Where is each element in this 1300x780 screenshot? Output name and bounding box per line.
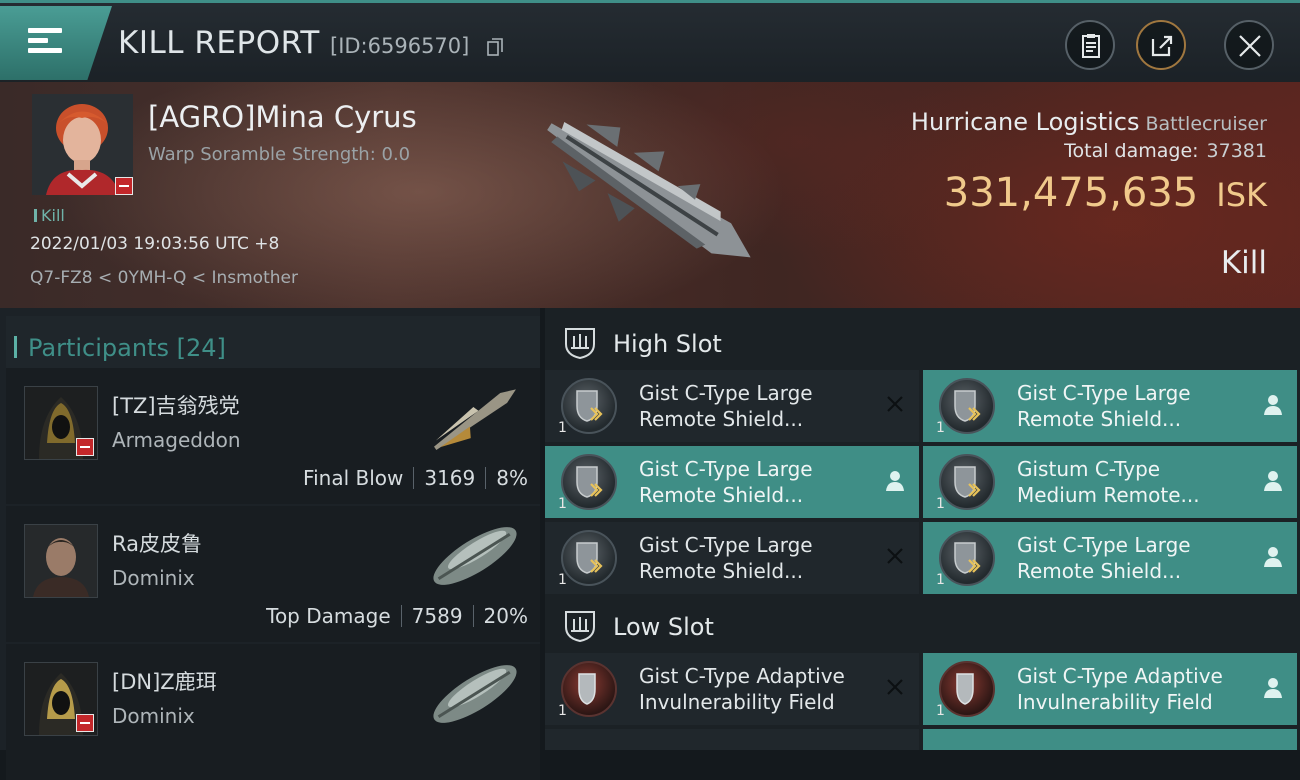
dropped-person-icon [1264,471,1282,491]
dropped-person-icon [1264,547,1282,567]
participant-ship: Dominix [112,704,195,728]
share-icon [1151,35,1173,57]
module-slot[interactable]: 1 Gistum C-Type Medium Remote... [923,446,1297,518]
module-slot[interactable]: 1 Gist C-Type Large Remote Shield... [545,446,919,518]
participant-row[interactable]: Ra皮皮鲁 Dominix Top Damage 7589 20% [6,506,540,642]
dropped-person-icon [886,471,904,491]
dropped-person-icon [1264,678,1282,698]
victim-banner: [AGRO]Mina Cyrus Warp Soramble Strength:… [0,82,1300,308]
module-slot[interactable]: 1 Gist C-Type Large Remote Shield... [545,370,919,442]
shield-module-icon [561,454,617,510]
module-name: Gist C-Type Large Remote Shield... [1017,381,1191,431]
shield-module-icon [939,454,995,510]
destroyed-icon [887,548,903,564]
kill-location[interactable]: Q7-FZ8 < 0YMH-Q < Insmother [30,268,298,288]
participant-avatar [24,524,98,598]
participant-stats: Top Damage 7589 20% [266,604,528,628]
hostile-badge [76,438,94,456]
destroyed-icon [887,679,903,695]
victim-ship[interactable]: Hurricane Logistics Battlecruiser [911,108,1267,136]
hostile-badge [76,714,94,732]
invulnerability-field-icon [939,661,995,717]
isk-value: 331,475,635 ISK [943,170,1267,216]
copy-icon[interactable] [487,38,503,56]
participants-label: Participants [24] [14,334,226,362]
shield-module-icon [561,530,617,586]
module-name: Gist C-Type Adaptive Invulnerability Fiel… [1017,664,1223,714]
report-id: [ID:6596570] [330,34,470,58]
destroyed-icon [887,396,903,412]
participant-row[interactable]: [DN]Z鹿珥 Dominix [6,644,540,780]
module-name: Gist C-Type Large Remote Shield... [639,533,813,583]
close-button[interactable] [1224,20,1274,70]
fitting-panel: High Slot 1 Gist C-Type Large Remote Shie… [545,308,1300,750]
low-slot-icon [565,611,595,643]
module-name: Gist C-Type Large Remote Shield... [1017,533,1191,583]
menu-button[interactable] [0,6,112,80]
clipboard-icon [1082,34,1100,58]
shield-module-icon [939,378,995,434]
result-label: Kill [1220,245,1267,281]
participant-ship: Dominix [112,566,195,590]
participant-stats: Final Blow 3169 8% [303,466,528,490]
participant-ship-image [433,665,517,723]
module-name: Gist C-Type Large Remote Shield... [639,381,813,431]
menu-icon [28,28,62,54]
participants-header[interactable]: Participants [24] [6,316,540,374]
kill-datetime: 2022/01/03 19:03:56 UTC +8 [30,234,280,254]
shield-module-icon [561,378,617,434]
module-slot[interactable]: 1 Gist C-Type Adaptive Invulnerability Fi… [923,653,1297,725]
module-name: Gist C-Type Large Remote Shield... [639,457,813,507]
participant-row[interactable]: [TZ]吉翁残党 Armageddon Final Blow 3169 8% [6,368,540,504]
warp-scramble-strength: Warp Soramble Strength: 0.0 [148,144,411,165]
total-damage: Total damage: 37381 [1064,140,1267,162]
module-slot[interactable] [545,729,919,750]
participant-ship-image [433,527,517,585]
kill-tag: Kill [34,206,65,225]
participant-ship-image [434,389,516,450]
module-slot[interactable]: 1 Gist C-Type Large Remote Shield... [923,370,1297,442]
module-slot[interactable]: 1 Gist C-Type Adaptive Invulnerability Fi… [545,653,919,725]
high-slot-header: High Slot [545,312,1300,372]
high-slot-label: High Slot [613,330,722,358]
shield-module-icon [939,530,995,586]
participant-ship: Armageddon [112,428,241,452]
page-title: KILL REPORT [118,25,320,61]
clipboard-button[interactable] [1065,20,1115,70]
victim-ship-image [547,122,751,258]
module-slot[interactable] [923,729,1297,750]
low-slot-header: Low Slot [545,595,1300,655]
low-slot-label: Low Slot [613,613,714,641]
invulnerability-field-icon [561,661,617,717]
participant-name: [TZ]吉翁残党 [112,394,240,418]
victim-portrait[interactable] [32,94,133,195]
participants-panel: Participants [24] [TZ]吉翁残党 Armageddon Fi… [0,308,540,780]
share-button[interactable] [1136,20,1186,70]
participant-name: Ra皮皮鲁 [112,532,202,556]
victim-name[interactable]: [AGRO]Mina Cyrus [148,100,417,134]
high-slot-icon [565,328,595,360]
module-name: Gistum C-Type Medium Remote... [1017,457,1200,507]
module-slot[interactable]: 1 Gist C-Type Large Remote Shield... [923,522,1297,594]
hostile-badge [115,177,133,195]
dropped-person-icon [1264,395,1282,415]
close-icon [1239,35,1261,57]
module-slot[interactable]: 1 Gist C-Type Large Remote Shield... [545,522,919,594]
top-bar: KILL REPORT [ID:6596570] [0,0,1300,85]
module-name: Gist C-Type Adaptive Invulnerability Fiel… [639,664,845,714]
participant-name: [DN]Z鹿珥 [112,670,217,694]
